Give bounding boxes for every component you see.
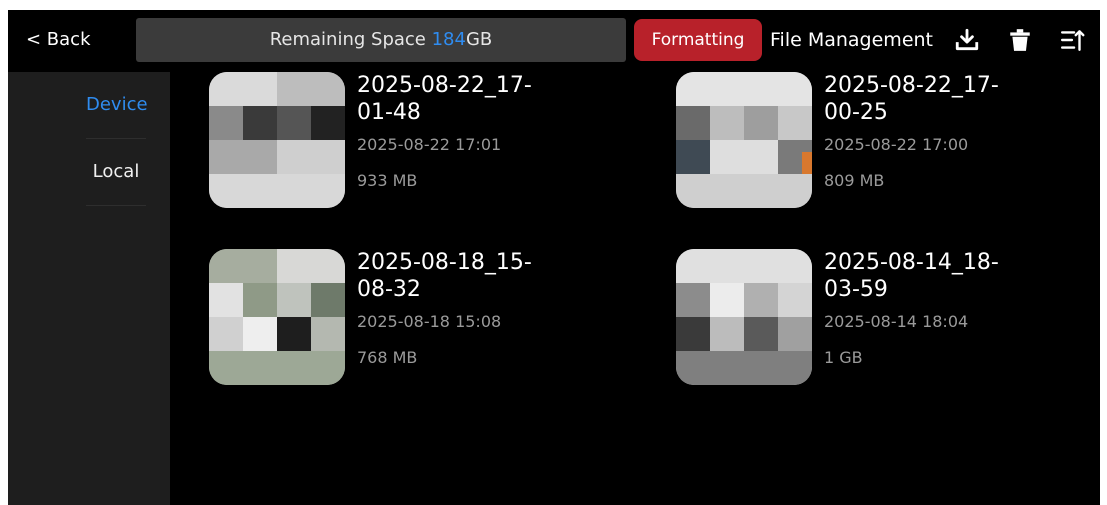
video-thumbnail	[676, 72, 812, 208]
download-icon[interactable]	[952, 25, 982, 55]
trash-icon[interactable]	[1005, 25, 1035, 55]
formatting-button[interactable]: Formatting	[634, 19, 762, 61]
top-bar: < Back Remaining Space 184GB Formatting …	[8, 10, 1100, 72]
file-size: 809 MB	[824, 171, 885, 190]
sidebar: Device Local	[8, 72, 170, 505]
file-date: 2025-08-22 17:01	[357, 135, 502, 154]
remaining-space-value: 184	[431, 29, 466, 50]
file-name: 2025-08-18_15-08-32	[357, 250, 532, 302]
remaining-space-label: Remaining Space	[269, 29, 432, 50]
file-card[interactable]: 2025-08-14_18-03-59 2025-08-14 18:04 1 G…	[676, 249, 1006, 389]
video-thumbnail	[676, 249, 812, 385]
file-size: 768 MB	[357, 348, 418, 367]
video-thumbnail	[209, 72, 345, 208]
back-button[interactable]: < Back	[26, 23, 91, 57]
file-size: 1 GB	[824, 348, 863, 367]
file-card[interactable]: 2025-08-22_17-00-25 2025-08-22 17:00 809…	[676, 72, 1006, 212]
file-name: 2025-08-14_18-03-59	[824, 250, 999, 302]
remaining-space-unit: GB	[465, 29, 493, 50]
remaining-space-bar: Remaining Space 184GB	[136, 18, 626, 62]
sidebar-divider	[86, 205, 146, 206]
sidebar-item-device[interactable]: Device	[86, 72, 148, 138]
file-size: 933 MB	[357, 171, 418, 190]
sort-icon[interactable]	[1058, 25, 1088, 55]
file-date: 2025-08-18 15:08	[357, 312, 502, 331]
page-title: File Management	[770, 29, 933, 51]
file-name: 2025-08-22_17-00-25	[824, 73, 999, 125]
video-thumbnail	[209, 249, 345, 385]
sidebar-item-local[interactable]: Local	[86, 139, 146, 205]
file-date: 2025-08-14 18:04	[824, 312, 969, 331]
file-name: 2025-08-22_17-01-48	[357, 73, 532, 125]
file-card[interactable]: 2025-08-22_17-01-48 2025-08-22 17:01 933…	[209, 72, 539, 212]
file-management-screen: < Back Remaining Space 184GB Formatting …	[8, 10, 1100, 505]
file-date: 2025-08-22 17:00	[824, 135, 969, 154]
file-card[interactable]: 2025-08-18_15-08-32 2025-08-18 15:08 768…	[209, 249, 539, 389]
